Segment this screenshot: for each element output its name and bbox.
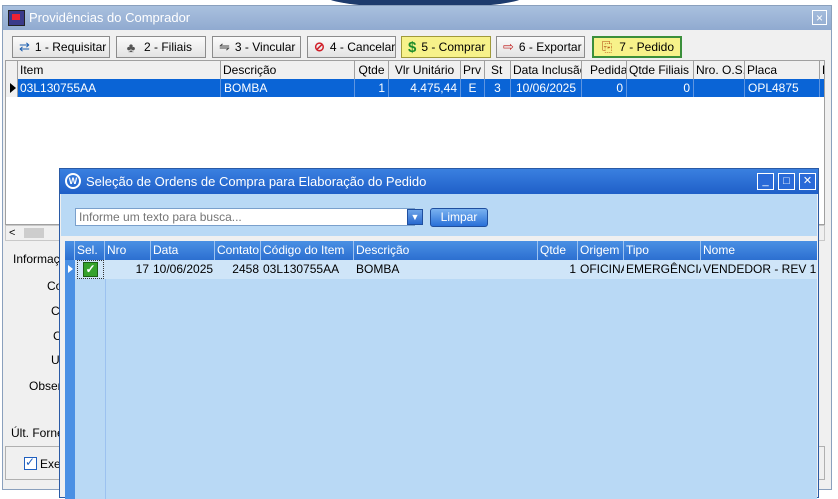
dialog-title: Seleção de Ordens de Compra para Elabora…: [86, 174, 427, 189]
link-icon: ⇋: [219, 39, 230, 54]
grid-col-data-inclusao[interactable]: Data Inclusão: [511, 61, 582, 79]
vincular-label: 3 - Vincular: [234, 40, 296, 54]
orders-row-indicator: [65, 260, 75, 279]
pedido-button[interactable]: ⎘ 7 - Pedido: [592, 36, 682, 58]
grid-col-qtde-filiais[interactable]: Qtde Filiais: [627, 61, 694, 79]
orders-cell-nome: VENDEDOR - REV 1.1-1: [703, 262, 817, 276]
orders-col-data[interactable]: Data: [151, 241, 215, 260]
table-row[interactable]: 03L130755AA BOMBA 1 4.475,44 E 3 10/06/2…: [18, 79, 824, 97]
requisitar-label: 1 - Requisitar: [34, 40, 107, 54]
orders-grid-header: Sel. Nro Data Contato Código do Item Des…: [65, 241, 817, 260]
chevron-down-icon[interactable]: ▼: [407, 209, 423, 225]
minimize-icon[interactable]: _: [757, 173, 774, 190]
search-area: ▼ Limpar: [61, 194, 817, 236]
order-icon: ⎘: [601, 39, 613, 54]
grid-header: Item Descrição Qtde Vlr Unitário Prv St …: [6, 61, 824, 80]
cell-vlr-unitario: 4.475,44: [389, 79, 461, 97]
orders-col-sel[interactable]: Sel.: [75, 241, 105, 260]
select-checkbox[interactable]: ✓: [83, 262, 98, 277]
grid-col-qtde[interactable]: Qtde: [355, 61, 389, 79]
cell-qtde: 1: [355, 79, 389, 97]
orders-col-codigo[interactable]: Código do Item: [261, 241, 354, 260]
exe-checkbox-label: Exe: [40, 457, 61, 471]
filiais-label: 2 - Filiais: [144, 40, 193, 54]
orders-cell-nro: 17: [135, 262, 149, 276]
orders-col-tipo[interactable]: Tipo: [624, 241, 701, 260]
orders-col-nro[interactable]: Nro: [105, 241, 151, 260]
filiais-button[interactable]: ♣ 2 - Filiais: [116, 36, 206, 58]
exportar-label: 6 - Exportar: [518, 40, 582, 54]
cell-data-inclusao: 10/06/2025: [511, 79, 582, 97]
window-title: Providências do Comprador: [29, 10, 191, 25]
grid-col-st[interactable]: St: [485, 61, 511, 79]
requisitar-button[interactable]: ⇄ 1 - Requisitar: [12, 36, 110, 58]
main-titlebar[interactable]: Providências do Comprador ×: [3, 6, 831, 30]
orders-column-divider: [105, 279, 106, 499]
exportar-button[interactable]: ⇨ 6 - Exportar: [496, 36, 585, 58]
orders-cell-tipo: EMERGÊNCIA: [626, 262, 701, 276]
info-label-ult-forne: Últ. Forne: [11, 426, 64, 440]
orders-cell-origem: OFICINA: [580, 262, 624, 276]
orders-cell-data: 10/06/2025: [153, 262, 214, 276]
cell-prv: E: [461, 79, 485, 97]
close-icon[interactable]: ✕: [799, 173, 816, 190]
comprar-label: 5 - Comprar: [421, 40, 486, 54]
cell-pedida: 0: [582, 79, 627, 97]
clear-button[interactable]: Limpar: [430, 208, 488, 227]
info-label-obser: Obser: [29, 379, 62, 393]
cell-st: 3: [485, 79, 511, 97]
grid-col-descricao[interactable]: Descrição: [221, 61, 355, 79]
cell-item: 03L130755AA: [18, 79, 221, 97]
orders-cell-descricao: BOMBA: [356, 262, 400, 276]
grid-col-d[interactable]: D: [820, 61, 824, 79]
orders-col-qtde[interactable]: Qtde: [538, 241, 578, 260]
branches-icon: ♣: [126, 39, 136, 55]
grid-header-indicator: [6, 61, 18, 79]
orders-col-descricao[interactable]: Descrição: [354, 241, 538, 260]
close-button[interactable]: ×: [812, 10, 827, 25]
orders-header-indicator: [65, 241, 75, 260]
cancel-icon: ⊘: [314, 39, 325, 54]
scroll-thumb[interactable]: [24, 228, 44, 238]
vw-logo-icon: W: [65, 173, 81, 189]
cancelar-label: 4 - Cancelar: [329, 40, 396, 54]
app-icon: [8, 10, 25, 26]
orders-grid[interactable]: Sel. Nro Data Contato Código do Item Des…: [65, 241, 817, 499]
cancelar-button[interactable]: ⊘ 4 - Cancelar: [307, 36, 396, 58]
grid-col-pedida[interactable]: Pedida: [582, 61, 627, 79]
cell-placa: OPL4875: [745, 79, 820, 97]
scroll-left-icon[interactable]: <: [9, 226, 15, 240]
selection-dialog: W Seleção de Ordens de Compra para Elabo…: [59, 168, 819, 499]
row-indicator: [6, 79, 18, 97]
orders-cell-contato: 2458: [232, 262, 259, 276]
table-row[interactable]: ✓ 17 10/06/2025 2458 03L130755AA BOMBA 1…: [65, 260, 817, 279]
orders-col-contato[interactable]: Contato: [215, 241, 261, 260]
cell-qtde-filiais: 0: [627, 79, 694, 97]
grid-col-nro-os[interactable]: Nro. O.S.: [694, 61, 745, 79]
grid-col-placa[interactable]: Placa: [745, 61, 820, 79]
orders-cell-codigo: 03L130755AA: [263, 262, 340, 276]
pedido-label: 7 - Pedido: [619, 40, 674, 54]
maximize-icon[interactable]: □: [778, 173, 795, 190]
orders-col-origem[interactable]: Origem: [578, 241, 624, 260]
dialog-titlebar[interactable]: W Seleção de Ordens de Compra para Elabo…: [60, 169, 818, 194]
info-title: Informaç: [13, 252, 60, 266]
orders-col-nome[interactable]: Nome: [701, 241, 817, 260]
cell-nro-os: [694, 79, 745, 97]
exe-checkbox[interactable]: [24, 455, 37, 470]
grid-col-item[interactable]: Item: [18, 61, 221, 79]
orders-cell-qtde: 1: [569, 262, 576, 276]
orders-left-strip: [65, 279, 75, 499]
comprar-button[interactable]: $ 5 - Comprar: [401, 36, 491, 58]
cell-descricao: BOMBA: [221, 79, 355, 97]
export-icon: ⇨: [503, 39, 514, 54]
search-input[interactable]: [75, 208, 415, 226]
toolbar: ⇄ 1 - Requisitar ♣ 2 - Filiais ⇋ 3 - Vin…: [3, 30, 831, 64]
vincular-button[interactable]: ⇋ 3 - Vincular: [212, 36, 301, 58]
grid-col-prv[interactable]: Prv: [461, 61, 485, 79]
requisition-icon: ⇄: [19, 39, 30, 54]
dollar-icon: $: [408, 38, 417, 56]
grid-col-vlr-unitario[interactable]: Vlr Unitário: [389, 61, 461, 79]
